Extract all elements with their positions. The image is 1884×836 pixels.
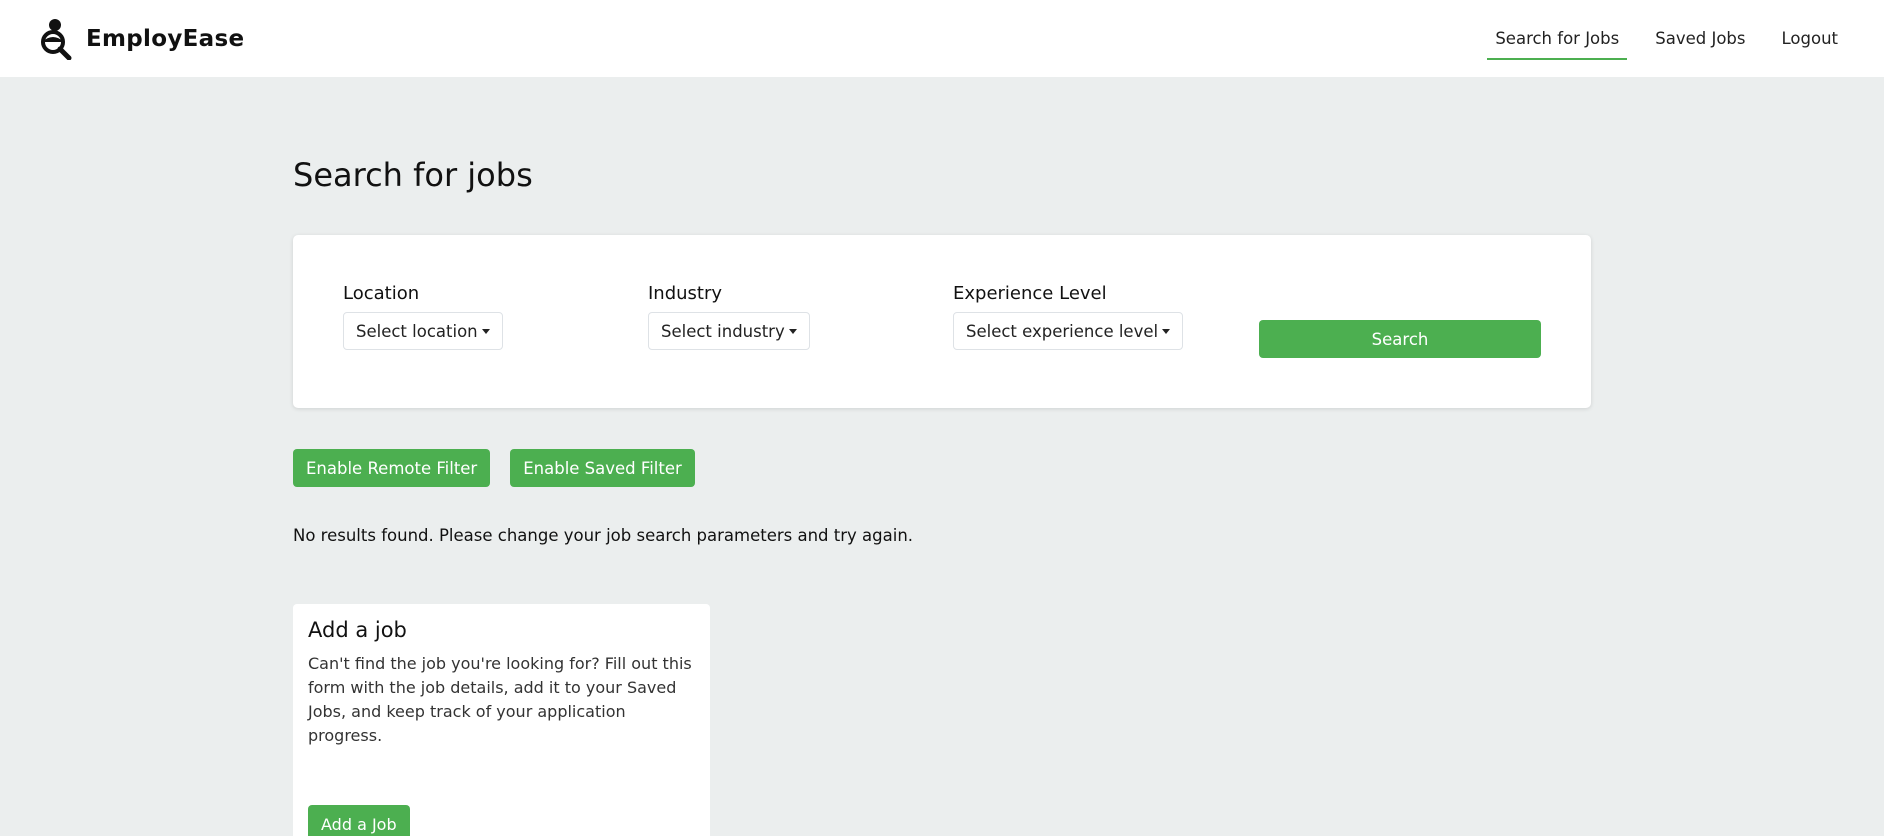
experience-dropdown-value: Select experience level (966, 321, 1159, 341)
search-card: Location Select location Industry Select… (293, 235, 1591, 408)
add-job-button[interactable]: Add a Job (308, 805, 410, 836)
location-dropdown[interactable]: Select location (343, 312, 503, 350)
brand[interactable]: EmployEase (34, 18, 244, 60)
experience-filter: Experience Level Select experience level (953, 283, 1184, 350)
add-job-title: Add a job (308, 618, 407, 642)
industry-filter: Industry Select industry (648, 283, 810, 350)
industry-dropdown-value: Select industry (661, 321, 785, 341)
enable-saved-filter-button[interactable]: Enable Saved Filter (510, 449, 695, 487)
nav-links: Search for Jobs Saved Jobs Logout (1467, 0, 1846, 77)
caret-down-icon (1162, 328, 1171, 334)
person-search-icon (41, 18, 72, 60)
brand-name: EmployEase (86, 25, 245, 52)
location-label: Location (343, 283, 420, 304)
search-button[interactable]: Search (1259, 320, 1541, 358)
enable-remote-filter-button[interactable]: Enable Remote Filter (293, 449, 491, 487)
caret-down-icon (788, 328, 797, 334)
industry-dropdown[interactable]: Select industry (648, 312, 810, 350)
location-filter: Location Select location (343, 283, 503, 350)
add-job-card: Add a job Can't find the job you're look… (293, 604, 710, 836)
industry-label: Industry (648, 283, 723, 304)
experience-dropdown[interactable]: Select experience level (953, 312, 1184, 350)
page-title: Search for jobs (293, 156, 533, 194)
nav-saved-jobs[interactable]: Saved Jobs (1647, 0, 1753, 77)
no-results-message: No results found. Please change your job… (293, 526, 914, 545)
top-navbar: EmployEase Search for Jobs Saved Jobs Lo… (0, 0, 1884, 77)
experience-label: Experience Level (953, 283, 1107, 304)
nav-search-jobs[interactable]: Search for Jobs (1487, 0, 1628, 77)
add-job-description: Can't find the job you're looking for? F… (308, 654, 692, 745)
nav-logout[interactable]: Logout (1774, 0, 1847, 77)
location-dropdown-value: Select location (356, 321, 478, 341)
caret-down-icon (481, 328, 490, 334)
filter-toggle-row: Enable Remote Filter Enable Saved Filter (293, 449, 715, 487)
